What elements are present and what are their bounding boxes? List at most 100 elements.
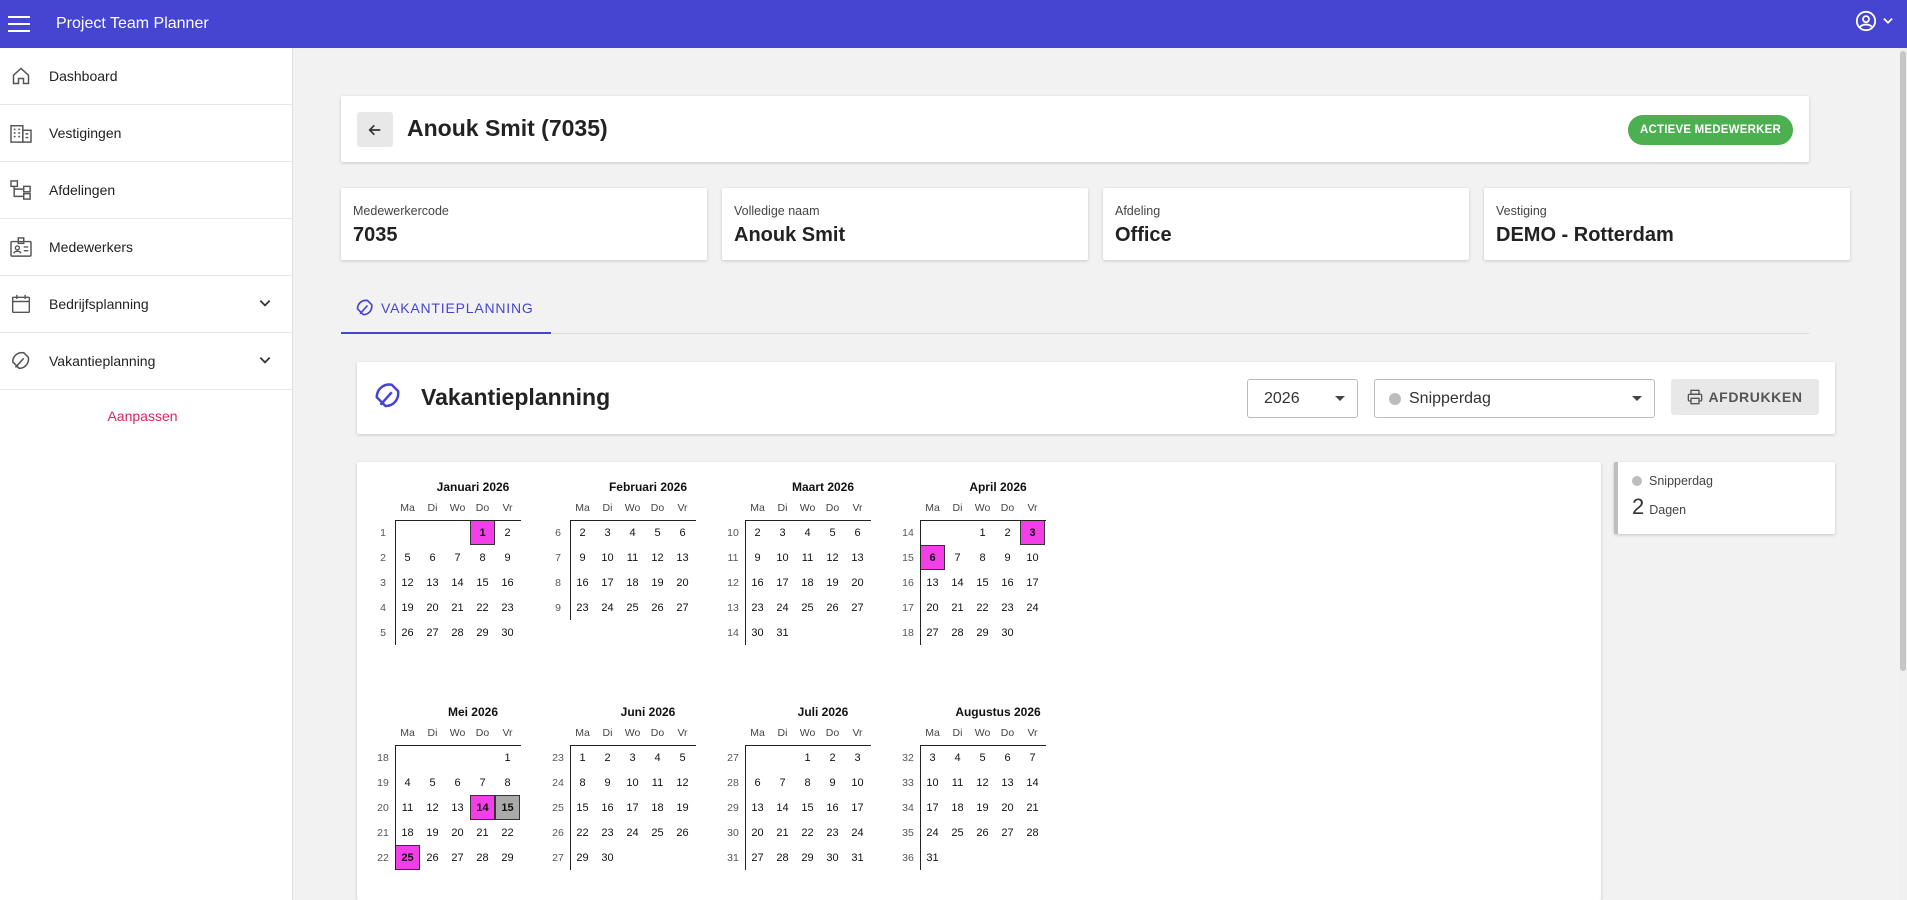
calendar-day[interactable]: 20 (420, 595, 445, 620)
calendar-day[interactable]: 1 (495, 745, 520, 770)
scrollbar[interactable] (1899, 48, 1907, 900)
calendar-day[interactable]: 30 (495, 620, 520, 645)
calendar-day[interactable]: 30 (820, 845, 845, 870)
sidebar-item-dashboard[interactable]: Dashboard (0, 48, 292, 105)
calendar-day[interactable]: 1 (470, 520, 495, 545)
calendar-day[interactable]: 27 (920, 620, 945, 645)
calendar-day[interactable]: 3 (920, 745, 945, 770)
calendar-day[interactable]: 16 (820, 795, 845, 820)
calendar-day[interactable]: 5 (670, 745, 695, 770)
calendar-day[interactable]: 5 (645, 520, 670, 545)
calendar-day[interactable]: 1 (795, 745, 820, 770)
calendar-day[interactable]: 14 (1020, 770, 1045, 795)
calendar-day[interactable]: 17 (1020, 570, 1045, 595)
calendar-day[interactable]: 26 (670, 820, 695, 845)
calendar-day[interactable]: 11 (620, 545, 645, 570)
calendar-day[interactable]: 2 (820, 745, 845, 770)
tab-vakantieplanning[interactable]: VAKANTIEPLANNING (341, 298, 551, 333)
calendar-day[interactable]: 5 (420, 770, 445, 795)
calendar-day[interactable]: 10 (845, 770, 870, 795)
calendar-day[interactable]: 7 (470, 770, 495, 795)
calendar-day[interactable]: 25 (645, 820, 670, 845)
calendar-day[interactable]: 30 (745, 620, 770, 645)
calendar-day[interactable]: 12 (645, 545, 670, 570)
calendar-day[interactable]: 4 (645, 745, 670, 770)
calendar-day[interactable]: 17 (770, 570, 795, 595)
calendar-day[interactable]: 3 (595, 520, 620, 545)
calendar-day[interactable]: 2 (570, 520, 595, 545)
calendar-day[interactable]: 6 (745, 770, 770, 795)
calendar-day[interactable]: 16 (570, 570, 595, 595)
calendar-day[interactable]: 27 (420, 620, 445, 645)
calendar-day[interactable]: 18 (395, 820, 420, 845)
sidebar-item-bedrijfsplanning[interactable]: Bedrijfsplanning (0, 276, 292, 333)
calendar-day[interactable]: 13 (745, 795, 770, 820)
calendar-day[interactable]: 18 (620, 570, 645, 595)
calendar-day[interactable]: 19 (395, 595, 420, 620)
account-menu[interactable] (1855, 10, 1895, 32)
calendar-day[interactable]: 24 (1020, 595, 1045, 620)
calendar-day[interactable]: 27 (670, 595, 695, 620)
calendar-day[interactable]: 4 (945, 745, 970, 770)
calendar-day[interactable]: 12 (970, 770, 995, 795)
calendar-day[interactable]: 4 (620, 520, 645, 545)
calendar-day[interactable]: 26 (395, 620, 420, 645)
calendar-day[interactable]: 19 (420, 820, 445, 845)
calendar-day[interactable]: 6 (995, 745, 1020, 770)
calendar-day[interactable]: 22 (570, 820, 595, 845)
calendar-day[interactable]: 19 (970, 795, 995, 820)
calendar-day[interactable]: 19 (820, 570, 845, 595)
print-button[interactable]: AFDRUKKEN (1671, 379, 1819, 415)
calendar-day[interactable]: 23 (995, 595, 1020, 620)
calendar-day[interactable]: 24 (770, 595, 795, 620)
calendar-day[interactable]: 13 (420, 570, 445, 595)
calendar-day[interactable]: 23 (495, 595, 520, 620)
calendar-day[interactable]: 26 (820, 595, 845, 620)
calendar-day[interactable]: 7 (770, 770, 795, 795)
calendar-day[interactable]: 9 (595, 770, 620, 795)
calendar-day[interactable]: 12 (395, 570, 420, 595)
calendar-day[interactable]: 14 (770, 795, 795, 820)
calendar-day[interactable]: 8 (570, 770, 595, 795)
calendar-day[interactable]: 17 (920, 795, 945, 820)
calendar-day[interactable]: 24 (595, 595, 620, 620)
calendar-day[interactable]: 8 (470, 545, 495, 570)
calendar-day[interactable]: 21 (445, 595, 470, 620)
calendar-day[interactable]: 29 (470, 620, 495, 645)
calendar-day[interactable]: 11 (945, 770, 970, 795)
leave-type-select[interactable]: Snipperdag (1374, 379, 1655, 418)
calendar-day[interactable]: 30 (995, 620, 1020, 645)
calendar-day[interactable]: 17 (845, 795, 870, 820)
calendar-day[interactable]: 23 (595, 820, 620, 845)
calendar-day[interactable]: 15 (970, 570, 995, 595)
calendar-day[interactable]: 30 (595, 845, 620, 870)
calendar-day[interactable]: 5 (820, 520, 845, 545)
sidebar-item-vestigingen[interactable]: Vestigingen (0, 105, 292, 162)
calendar-day[interactable]: 12 (670, 770, 695, 795)
calendar-day[interactable]: 28 (1020, 820, 1045, 845)
calendar-day[interactable]: 12 (820, 545, 845, 570)
calendar-day[interactable]: 18 (645, 795, 670, 820)
calendar-day[interactable]: 27 (995, 820, 1020, 845)
calendar-day[interactable]: 25 (795, 595, 820, 620)
calendar-day[interactable]: 2 (745, 520, 770, 545)
calendar-day[interactable]: 7 (1020, 745, 1045, 770)
calendar-day[interactable]: 10 (920, 770, 945, 795)
sidebar-item-vakantieplanning[interactable]: Vakantieplanning (0, 333, 292, 390)
calendar-day[interactable]: 6 (445, 770, 470, 795)
sidebar-item-afdelingen[interactable]: Afdelingen (0, 162, 292, 219)
calendar-day[interactable]: 31 (770, 620, 795, 645)
calendar-day[interactable]: 24 (620, 820, 645, 845)
calendar-day[interactable]: 6 (920, 545, 945, 570)
calendar-day[interactable]: 17 (620, 795, 645, 820)
year-select[interactable]: 2026 (1247, 379, 1358, 418)
calendar-day[interactable]: 11 (795, 545, 820, 570)
calendar-day[interactable]: 6 (670, 520, 695, 545)
calendar-day[interactable]: 14 (445, 570, 470, 595)
calendar-day[interactable]: 16 (495, 570, 520, 595)
calendar-day[interactable]: 29 (795, 845, 820, 870)
calendar-day[interactable]: 29 (570, 845, 595, 870)
calendar-day[interactable]: 28 (770, 845, 795, 870)
calendar-day[interactable]: 1 (970, 520, 995, 545)
calendar-day[interactable]: 4 (795, 520, 820, 545)
